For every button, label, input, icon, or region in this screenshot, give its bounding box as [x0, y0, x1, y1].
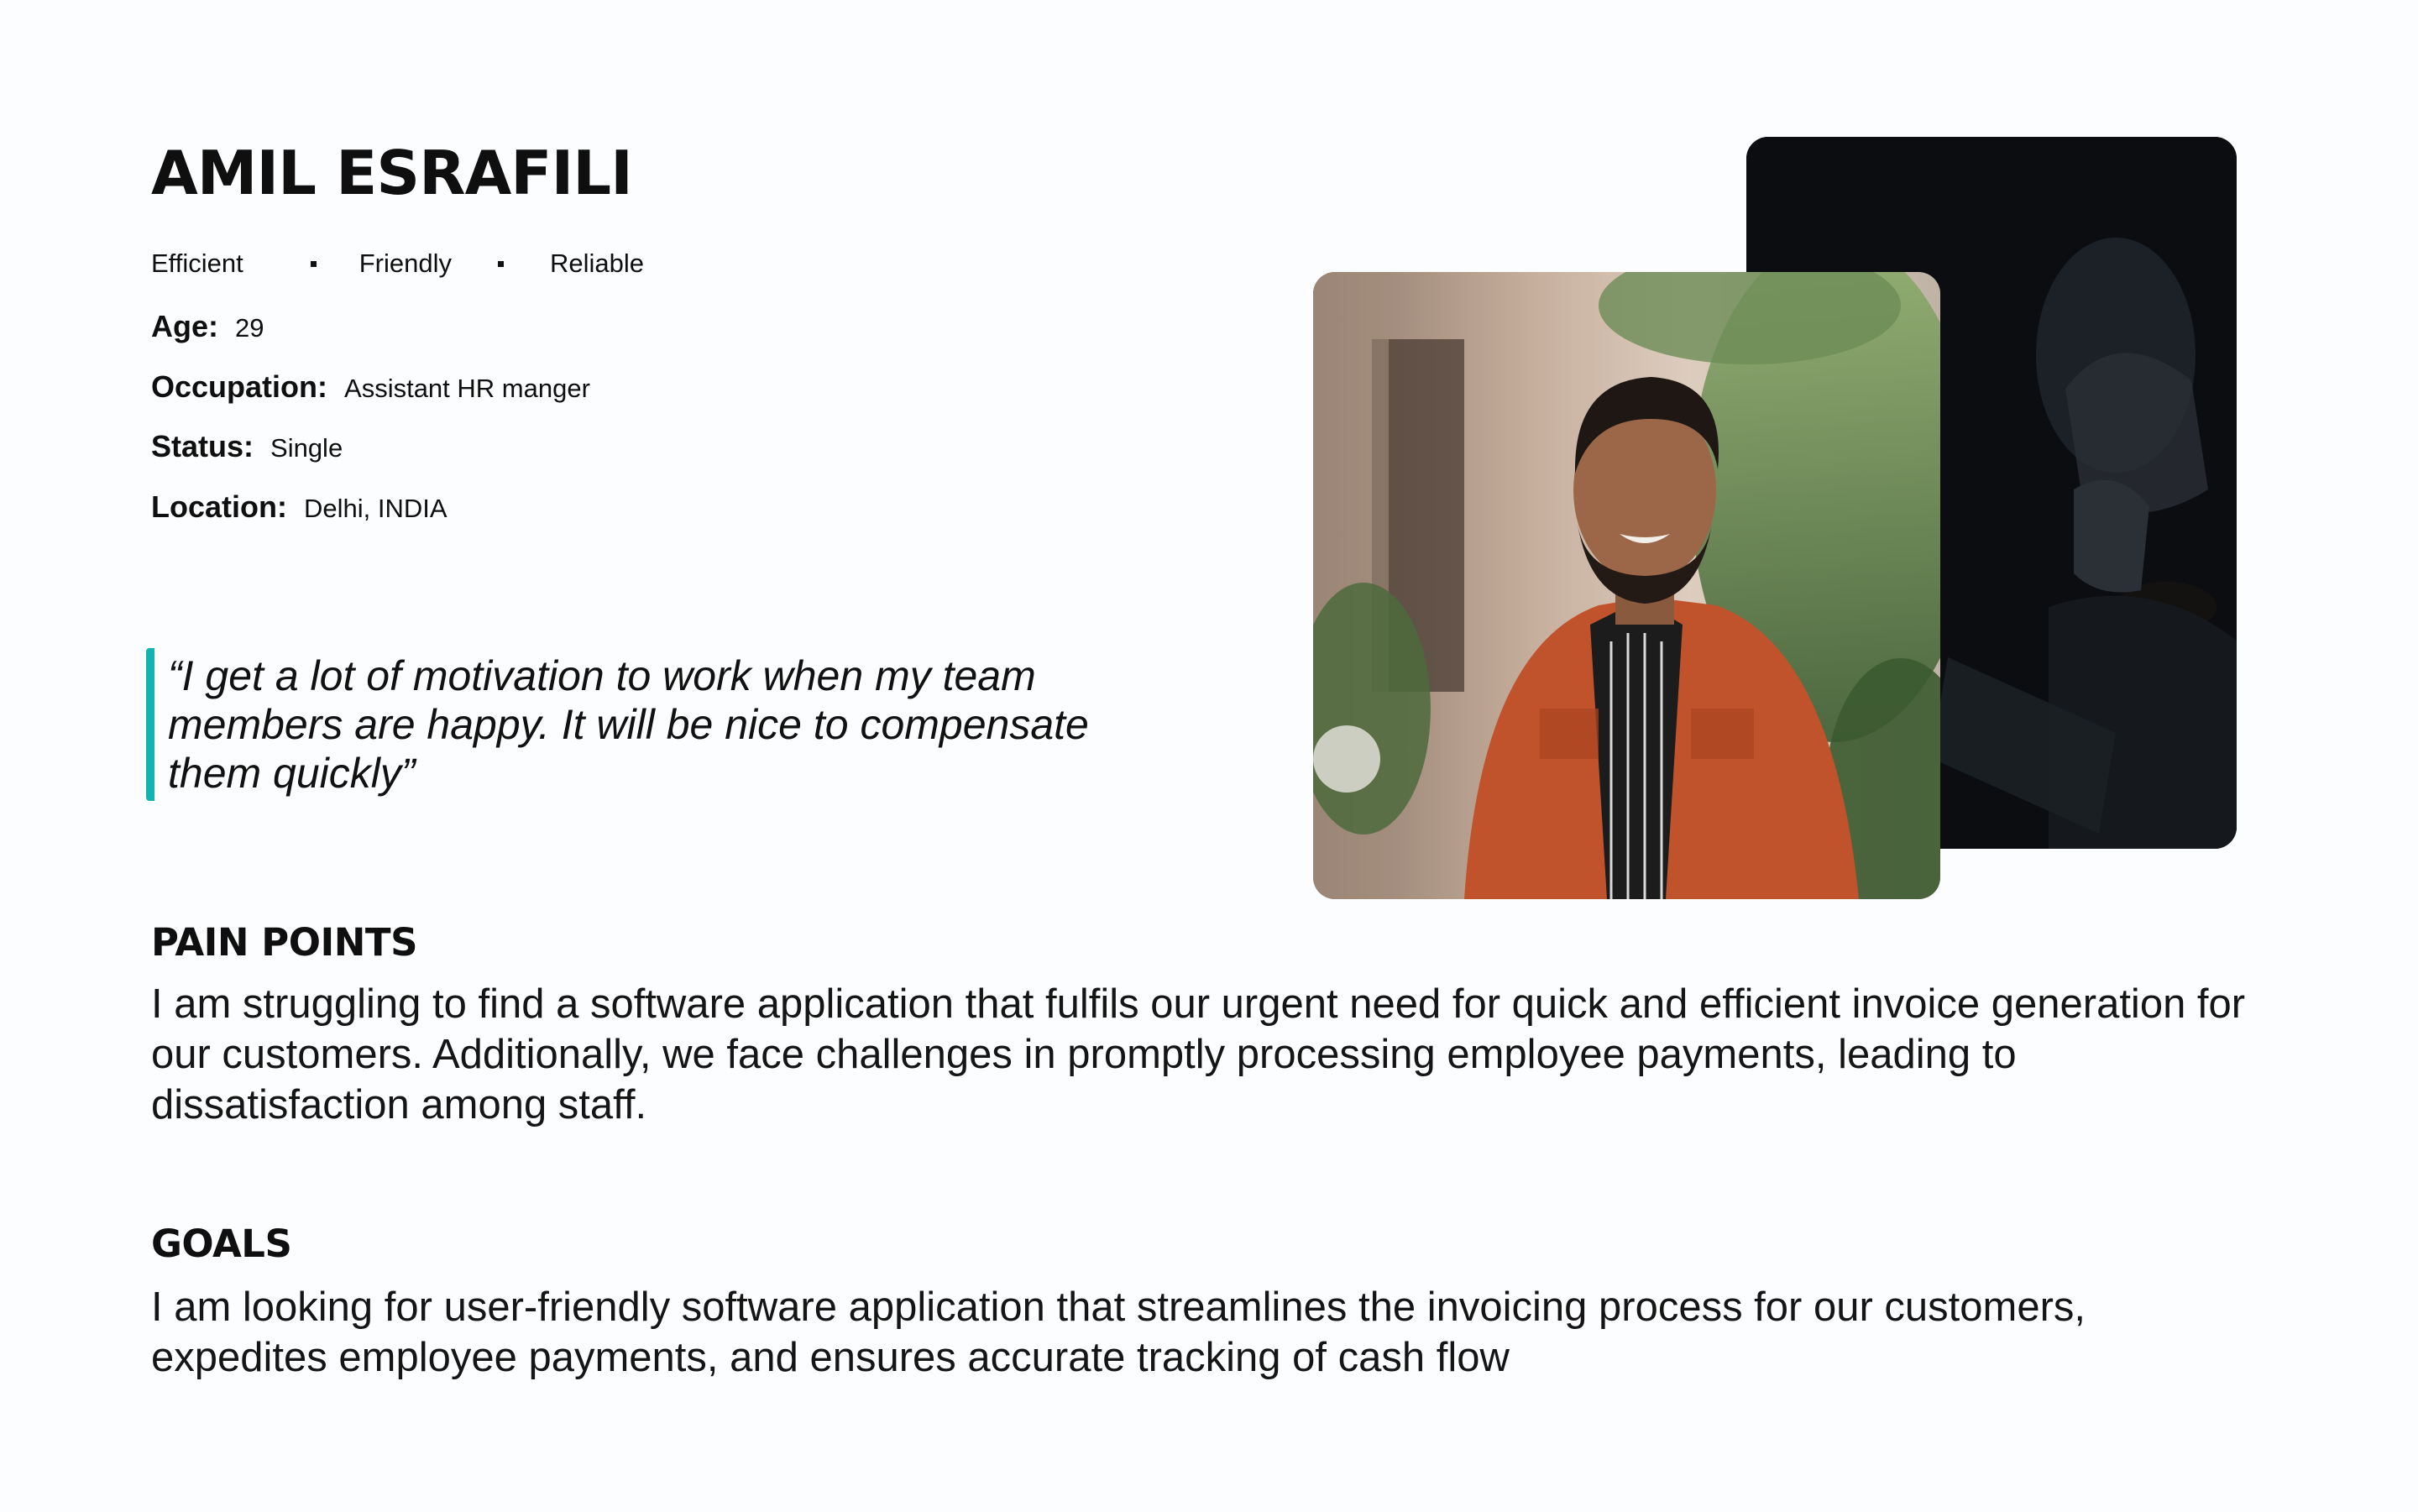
trait-friendly: Friendly [359, 249, 452, 278]
detail-age: Age: 29 [151, 309, 264, 344]
goals-heading: GOALS [151, 1222, 292, 1266]
detail-label: Age: [151, 309, 218, 343]
detail-value: Delhi, INDIA [303, 494, 447, 523]
pain-points-heading: PAIN POINTS [151, 920, 418, 965]
detail-label: Status: [151, 429, 254, 463]
goals-text: I am looking for user-friendly software … [151, 1284, 2086, 1380]
trait-separator [497, 260, 504, 267]
pain-points-text: I am struggling to find a software appli… [151, 981, 2246, 1127]
trait-reliable: Reliable [549, 249, 644, 278]
trait-separator [310, 260, 317, 267]
persona-name: AMIL ESRAFILI [151, 138, 633, 208]
detail-occupation: Occupation: Assistant HR manger [151, 369, 590, 405]
persona-portrait-image [1313, 272, 1940, 899]
persona-photo [1313, 272, 1940, 899]
detail-label: Occupation: [151, 369, 328, 404]
detail-status: Status: Single [151, 429, 343, 464]
detail-value: Assistant HR manger [344, 374, 590, 403]
persona-quote: “I get a lot of motivation to work when … [146, 648, 1133, 801]
persona-traits: Efficient Friendly Reliable [151, 249, 644, 279]
detail-location: Location: Delhi, INDIA [151, 489, 447, 525]
detail-value: 29 [235, 313, 264, 343]
detail-label: Location: [151, 489, 287, 524]
trait-efficient: Efficient [151, 249, 243, 278]
detail-value: Single [270, 433, 343, 463]
